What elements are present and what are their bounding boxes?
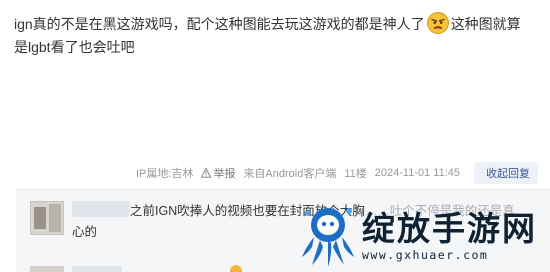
next-reply-username-blurred[interactable] <box>72 266 122 272</box>
reply-text-line2: 心的 <box>72 225 98 239</box>
post-meta-bar: IP属地:吉林 举报 来自Android客户端 11楼 2024-11-01 1… <box>0 162 538 184</box>
next-reply-avatar[interactable] <box>30 266 64 272</box>
reply-divider <box>16 189 550 190</box>
avatar-image-part <box>34 207 46 229</box>
site-watermark: 绽放手游网 www.gxhuaer.com <box>298 199 550 272</box>
client-source: 来自Android客户端 <box>243 168 337 180</box>
reply-avatar[interactable] <box>30 201 64 235</box>
post-content: ign真的不是在黑这游戏吗，配个这种图能去玩这游戏的都是神人了 这种图就算是lg… <box>14 12 534 59</box>
angry-face-emoji-icon <box>426 12 449 34</box>
watermark-url: www.gxhuaer.com <box>362 247 489 262</box>
emoji-icon <box>230 265 242 272</box>
warning-icon <box>201 168 212 178</box>
post-text-part-1: ign真的不是在黑这游戏吗，配个这种图能去玩这游戏的都是神人了 <box>14 16 425 32</box>
octopus-mascot-icon <box>302 207 354 267</box>
avatar-image-part <box>49 204 61 232</box>
ip-location: IP属地:吉林 <box>135 168 194 180</box>
floor-number: 11楼 <box>344 168 367 180</box>
watermark-title: 绽放手游网 <box>362 208 537 248</box>
report-label: 举报 <box>213 168 236 180</box>
post-timestamp: 2024-11-01 11:45 <box>374 167 460 179</box>
report-button[interactable]: 举报 <box>201 165 235 181</box>
collapse-replies-button[interactable]: 收起回复 <box>474 162 538 184</box>
